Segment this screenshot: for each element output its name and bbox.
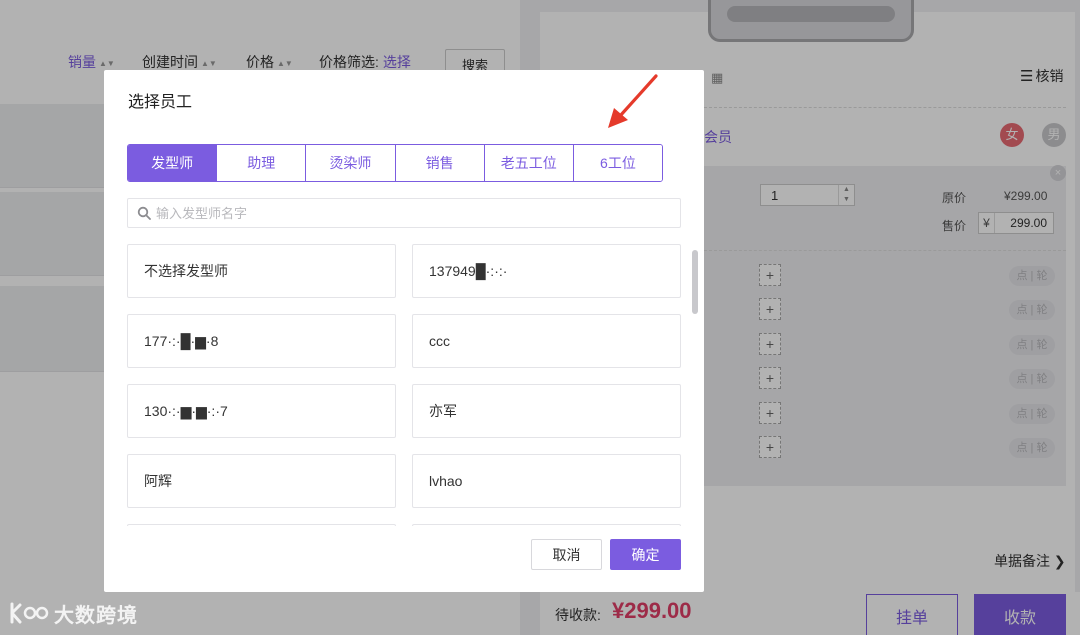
staff-option[interactable]	[412, 524, 681, 526]
dialog-title: 选择员工	[128, 94, 193, 111]
staff-option[interactable]: 130·:·▆·▆·:·7	[127, 384, 396, 438]
staff-option[interactable]	[127, 524, 396, 526]
staff-list-scrollbar[interactable]	[692, 244, 700, 526]
cancel-button[interactable]: 取消	[531, 539, 602, 570]
staff-option[interactable]: 137949█·:·:·	[412, 244, 681, 298]
scrollbar-thumb[interactable]	[692, 250, 698, 314]
watermark-logo-icon	[10, 602, 49, 624]
staff-option[interactable]: lvhao	[412, 454, 681, 508]
search-icon	[137, 206, 151, 220]
staff-list: 不选择发型师 137949█·:·:· 177·:·█·▆·8 ccc 130·…	[104, 244, 704, 526]
staff-search-box	[127, 198, 681, 228]
staff-grid: 不选择发型师 137949█·:·:· 177·:·█·▆·8 ccc 130·…	[127, 244, 681, 526]
staff-search-input[interactable]	[156, 199, 676, 227]
watermark-text: 大数跨境	[54, 604, 138, 627]
select-staff-dialog: 选择员工 发型师 助理 烫染师 销售 老五工位 6工位 不选择发型师 13794…	[104, 70, 704, 592]
staff-option[interactable]: 阿辉	[127, 454, 396, 508]
tab-assistant[interactable]: 助理	[217, 145, 307, 181]
annotation-arrow-icon	[608, 74, 658, 128]
confirm-button[interactable]: 确定	[610, 539, 681, 570]
tab-perm-dye-technician[interactable]: 烫染师	[306, 145, 396, 181]
staff-option[interactable]: 177·:·█·▆·8	[127, 314, 396, 368]
tab-sales[interactable]: 销售	[395, 145, 485, 181]
staff-role-tabs: 发型师 助理 烫染师 销售 老五工位 6工位	[127, 144, 663, 182]
watermark: 大数跨境	[10, 598, 138, 628]
staff-option[interactable]: 亦军	[412, 384, 681, 438]
staff-option[interactable]: ccc	[412, 314, 681, 368]
tab-station-laowu[interactable]: 老五工位	[484, 145, 574, 181]
tab-stylist[interactable]: 发型师	[128, 145, 218, 181]
staff-option-none[interactable]: 不选择发型师	[127, 244, 396, 298]
tab-station-6[interactable]: 6工位	[573, 145, 662, 181]
